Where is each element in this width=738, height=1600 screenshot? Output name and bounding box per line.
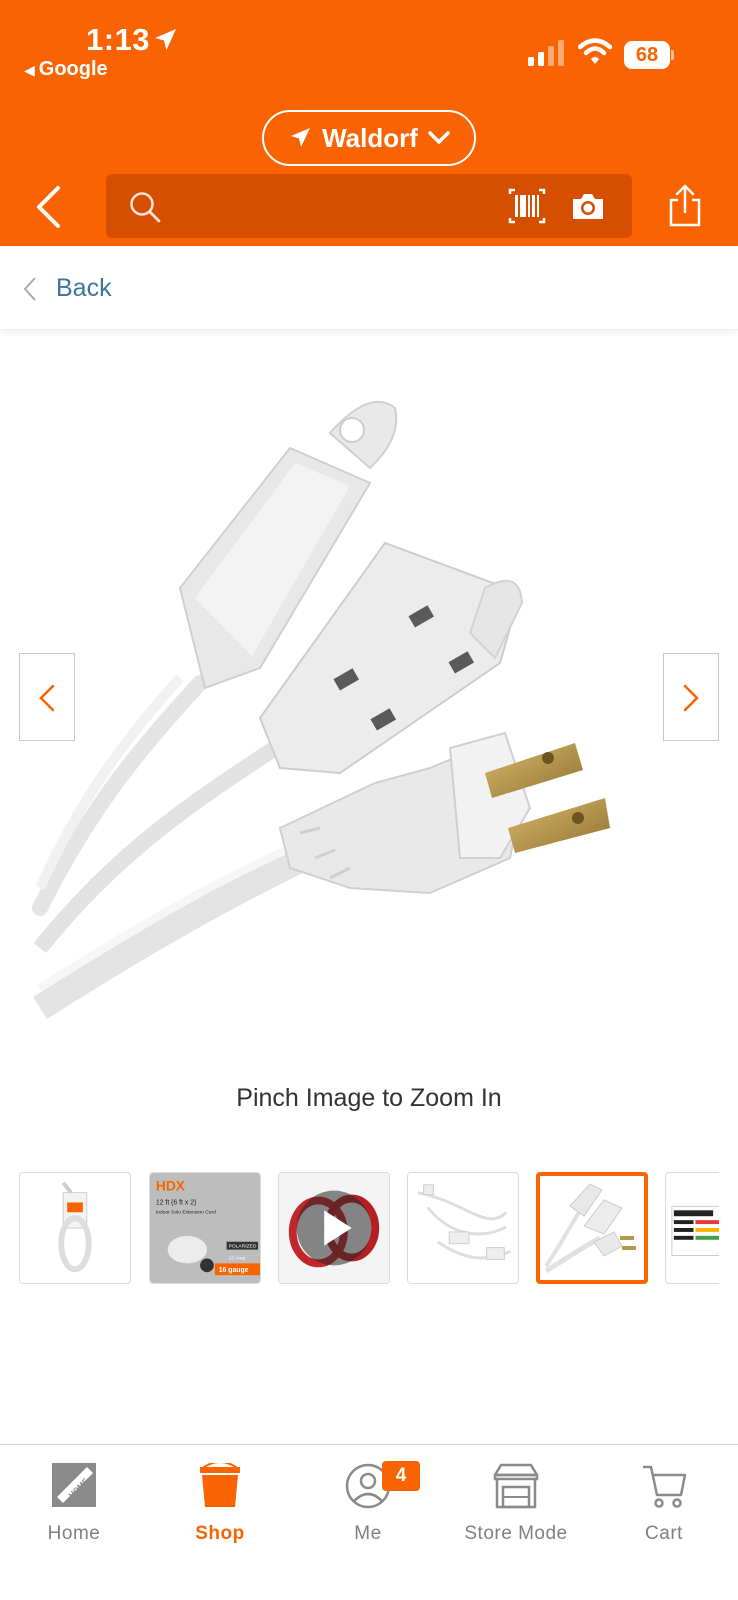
previous-image-button[interactable] xyxy=(19,653,75,741)
location-arrow-icon xyxy=(155,29,176,50)
tab-store-mode[interactable]: Store Mode xyxy=(442,1445,590,1565)
tab-me-label: Me xyxy=(354,1523,382,1544)
back-link[interactable]: Back xyxy=(56,274,112,303)
cart-icon xyxy=(643,1465,687,1508)
tab-shop[interactable]: Shop xyxy=(146,1445,294,1565)
thumbnail-strip[interactable]: HDX 12 ft (6 ft x 2) Indoor Solo Extensi… xyxy=(19,1172,719,1284)
cellular-signal-icon xyxy=(528,40,564,66)
thumbnail-1[interactable] xyxy=(19,1172,131,1284)
thumb-polarized: POLARIZED xyxy=(229,1244,257,1250)
shop-bucket-icon xyxy=(200,1463,240,1507)
product-image[interactable] xyxy=(30,388,710,1038)
back-app-label: Google xyxy=(38,58,108,80)
back-triangle-icon: ◀ xyxy=(24,62,35,78)
status-time: 1:13 xyxy=(86,22,151,57)
tab-cart-label: Cart xyxy=(645,1523,683,1544)
battery-indicator: 68 xyxy=(624,41,674,69)
share-icon[interactable] xyxy=(666,184,704,228)
home-depot-logo-icon: HOME xyxy=(52,1463,96,1507)
thumb-amp: 13 Amp xyxy=(229,1255,246,1261)
search-bar[interactable] xyxy=(106,174,632,238)
barcode-scan-icon[interactable] xyxy=(508,188,546,224)
store-icon xyxy=(493,1463,539,1509)
app-header: 1:13 ◀ Google 68 Waldorf xyxy=(0,0,738,246)
store-selector-button[interactable]: Waldorf xyxy=(262,110,476,166)
tab-home[interactable]: HOME Home xyxy=(0,1445,148,1565)
back-to-app-link[interactable]: ◀ Google xyxy=(24,58,108,81)
thumbnail-2[interactable]: HDX 12 ft (6 ft x 2) Indoor Solo Extensi… xyxy=(149,1172,261,1284)
location-arrow-icon xyxy=(291,128,311,147)
thumb-title: 12 ft (6 ft x 2) xyxy=(156,1199,196,1206)
tab-cart[interactable]: Cart xyxy=(590,1445,738,1565)
thumb-gauge: 16 gauge xyxy=(219,1267,249,1274)
chevron-left-icon xyxy=(23,277,36,301)
thumbnail-4[interactable] xyxy=(407,1172,519,1284)
search-icon xyxy=(130,192,161,223)
notification-badge: 4 xyxy=(382,1461,420,1491)
zoom-hint: Pinch Image to Zoom In xyxy=(236,1084,502,1112)
wifi-icon xyxy=(578,38,612,64)
tab-home-label: Home xyxy=(47,1523,101,1544)
store-name: Waldorf xyxy=(322,122,418,153)
thumbnail-6[interactable] xyxy=(665,1172,719,1284)
tab-shop-label: Shop xyxy=(195,1523,245,1544)
thumbnail-3-video[interactable] xyxy=(278,1172,390,1284)
thumb-subtitle: Indoor Solo Extension Cord xyxy=(156,1209,216,1215)
tab-me[interactable]: 4 Me xyxy=(294,1445,442,1565)
chevron-right-icon xyxy=(683,684,699,712)
back-link-row[interactable]: Back xyxy=(0,246,738,330)
camera-icon[interactable] xyxy=(570,190,606,222)
tab-store-mode-label: Store Mode xyxy=(464,1523,568,1544)
chevron-down-icon xyxy=(428,131,450,144)
chevron-left-icon xyxy=(39,684,55,712)
bottom-tab-bar: HOME Home Shop 4 Me Store Mode Cart xyxy=(0,1444,738,1600)
thumb-brand: HDX xyxy=(156,1179,186,1194)
thumbnail-5-selected[interactable] xyxy=(536,1172,648,1284)
nav-back-chevron-icon[interactable] xyxy=(34,185,64,229)
battery-level: 68 xyxy=(635,44,659,66)
search-input[interactable] xyxy=(176,186,476,226)
next-image-button[interactable] xyxy=(663,653,719,741)
